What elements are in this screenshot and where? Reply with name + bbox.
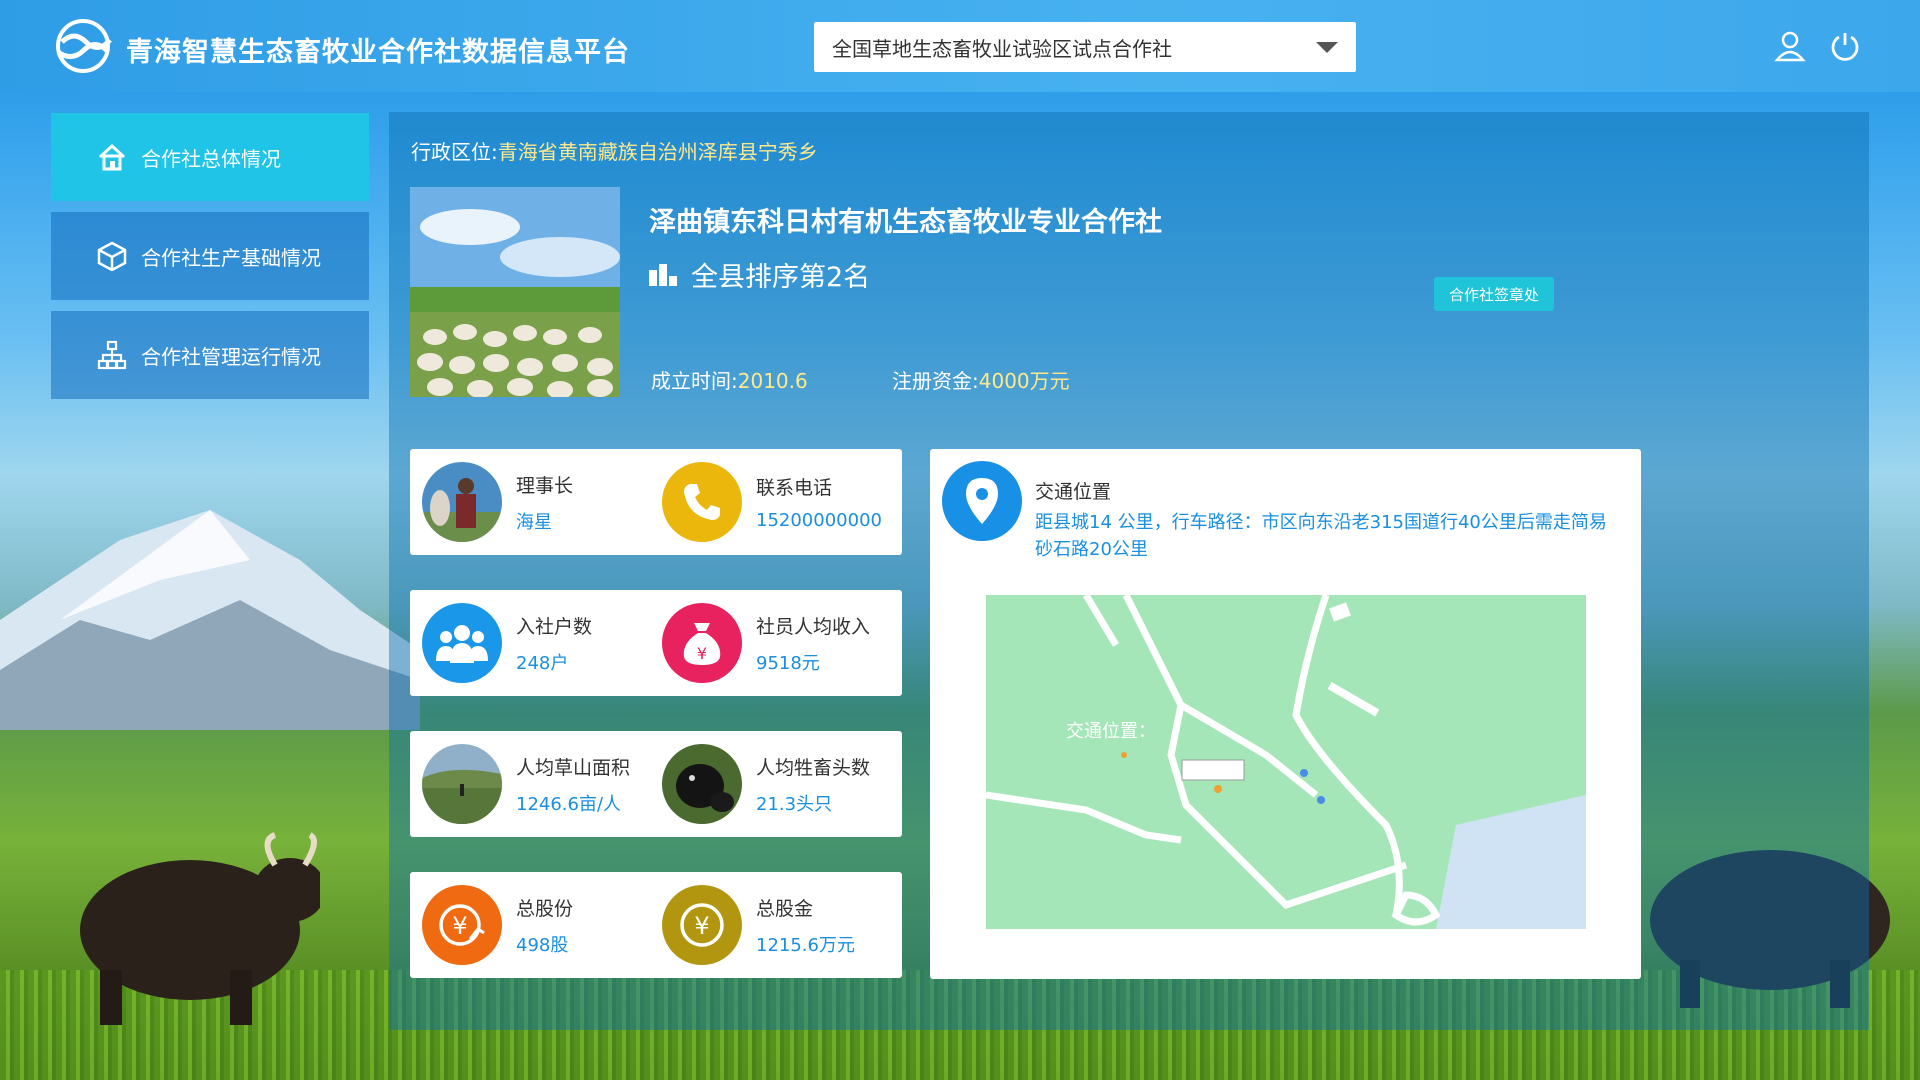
location-pin-icon xyxy=(942,461,1022,541)
coop-photo xyxy=(410,187,620,397)
shares-value: 498股 xyxy=(516,934,569,956)
sidebar-item-label: 合作社生产基础情况 xyxy=(141,245,321,270)
income-cell: ¥ 社员人均收入 9518元 xyxy=(662,603,870,683)
home-icon xyxy=(98,143,126,171)
capital-stat-label: 总股金 xyxy=(756,897,814,920)
income-value: 9518元 xyxy=(756,652,820,674)
capital-cell: ¥ 总股金 1215.6万元 xyxy=(662,885,855,965)
traffic-description: 距县城14 公里，行车路径：市区向东沿老315国道行40公里后需走简易砂石路20… xyxy=(1035,512,1607,560)
capital-stat-value: 1215.6万元 xyxy=(756,934,855,956)
shares-label: 总股份 xyxy=(516,897,574,920)
chairman-cell: 理事长 海星 xyxy=(422,462,573,542)
livestock-value: 21.3头只 xyxy=(756,793,833,815)
yuan-growth-icon: ¥ xyxy=(422,885,502,965)
shares-cell: ¥ 总股份 498股 xyxy=(422,885,573,965)
cube-icon xyxy=(97,241,127,271)
yuan-coin-icon: ¥ xyxy=(662,885,742,965)
sidebar-item-management[interactable]: 合作社管理运行情况 xyxy=(51,311,369,399)
main-panel: 行政区位:青海省黄南藏族自治州泽库县宁秀乡 泽曲镇东科日村有机生态畜牧业专业合作… xyxy=(389,112,1869,1030)
svg-text:¥: ¥ xyxy=(694,912,709,940)
founded-value: 2010.6 xyxy=(737,369,808,393)
phone-icon xyxy=(662,462,742,542)
bar-chart-icon xyxy=(649,263,677,286)
org-chart-icon xyxy=(97,340,127,370)
sidebar-item-label: 合作社管理运行情况 xyxy=(141,344,321,369)
phone-value: 15200000000 xyxy=(756,510,882,531)
chairman-label: 理事长 xyxy=(516,474,574,497)
mountain-scenery xyxy=(0,510,420,730)
chairman-avatar xyxy=(422,462,502,542)
map-overlay-label: 交通位置： xyxy=(1066,721,1156,742)
stat-card-land: 人均草山面积 1246.6亩/人 人均牲畜头数 21.3头只 xyxy=(410,731,902,837)
admin-region-value: 青海省黄南藏族自治州泽库县宁秀乡 xyxy=(497,140,818,164)
registered-capital: 注册资金:4000万元 xyxy=(892,365,1070,394)
livestock-label: 人均牲畜头数 xyxy=(756,756,871,779)
founded-label: 成立时间: xyxy=(651,369,738,393)
grassland-value: 1246.6亩/人 xyxy=(516,793,622,815)
svg-text:¥: ¥ xyxy=(697,644,707,663)
people-group-icon xyxy=(422,603,502,683)
traffic-location-card: 交通位置 距县城14 公里，行车路径：市区向东沿老315国道行40公里后需走简易… xyxy=(930,449,1641,979)
phone-cell: 联系电话 15200000000 xyxy=(662,462,882,542)
grassland-photo xyxy=(422,744,502,824)
power-icon[interactable] xyxy=(1829,30,1861,62)
stat-card-members: 入社户数 248户 ¥ 社员人均收入 9518元 xyxy=(410,590,902,696)
admin-region-label: 行政区位: xyxy=(411,140,498,164)
coop-type-select[interactable]: 全国草地生态畜牧业试验区试点合作社 xyxy=(814,22,1356,72)
sidebar-item-overview[interactable]: 合作社总体情况 xyxy=(51,113,369,201)
stat-card-shares: ¥ 总股份 498股 ¥ 总股金 1215.6万元 xyxy=(410,872,902,978)
admin-region: 行政区位:青海省黄南藏族自治州泽库县宁秀乡 xyxy=(411,136,818,165)
county-rank: 全县排序第2名 xyxy=(649,255,870,294)
households-cell: 入社户数 248户 xyxy=(422,603,592,683)
founded-time: 成立时间:2010.6 xyxy=(651,365,808,394)
households-label: 入社户数 xyxy=(516,615,593,638)
chevron-down-icon xyxy=(1316,41,1338,53)
top-header: 青海智慧生态畜牧业合作社数据信息平台 全国草地生态畜牧业试验区试点合作社 xyxy=(0,0,1920,92)
logo-icon xyxy=(56,19,112,73)
livestock-photo xyxy=(662,744,742,824)
capital-value: 4000万元 xyxy=(978,369,1070,393)
coop-stamp-button[interactable]: 合作社签章处 xyxy=(1434,277,1554,311)
coop-name: 泽曲镇东科日村有机生态畜牧业专业合作社 xyxy=(649,207,1162,238)
stat-card-contacts: 理事长 海星 联系电话 15200000000 xyxy=(410,449,902,555)
grassland-label: 人均草山面积 xyxy=(516,756,631,779)
livestock-cell: 人均牲畜头数 21.3头只 xyxy=(662,744,870,824)
svg-text:¥: ¥ xyxy=(452,912,467,940)
yak-image xyxy=(80,832,320,1025)
user-icon[interactable] xyxy=(1774,30,1806,62)
money-bag-icon: ¥ xyxy=(662,603,742,683)
income-label: 社员人均收入 xyxy=(756,615,871,638)
chairman-value: 海星 xyxy=(516,511,552,533)
households-value: 248户 xyxy=(516,652,569,674)
sidebar-item-production[interactable]: 合作社生产基础情况 xyxy=(51,212,369,300)
coop-type-select-value: 全国草地生态畜牧业试验区试点合作社 xyxy=(832,36,1172,61)
app-title: 青海智慧生态畜牧业合作社数据信息平台 xyxy=(126,37,630,68)
phone-label: 联系电话 xyxy=(756,477,833,499)
grassland-cell: 人均草山面积 1246.6亩/人 xyxy=(422,744,630,824)
rank-text: 全县排序第2名 xyxy=(691,262,871,293)
sidebar-item-label: 合作社总体情况 xyxy=(141,146,281,171)
map-roads xyxy=(986,595,1586,929)
capital-label: 注册资金: xyxy=(892,369,979,393)
traffic-title: 交通位置 xyxy=(1035,481,1112,503)
location-map[interactable]: 交通位置： xyxy=(986,595,1586,929)
